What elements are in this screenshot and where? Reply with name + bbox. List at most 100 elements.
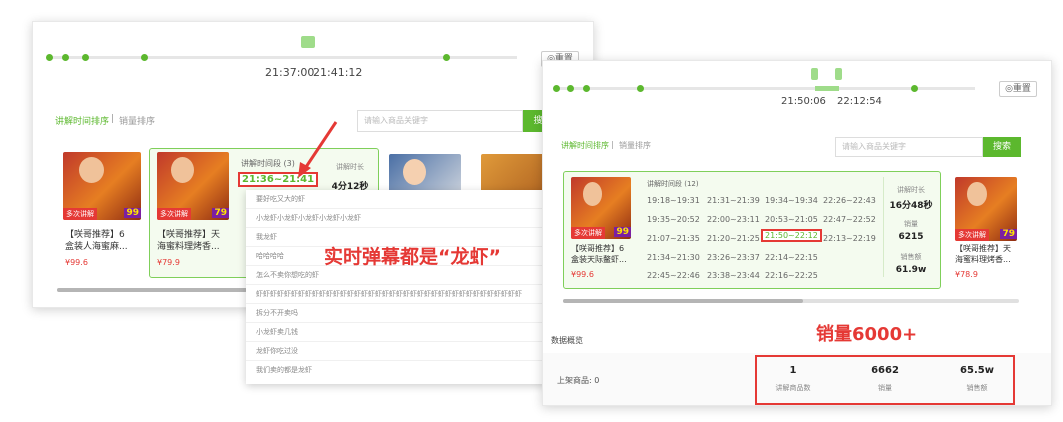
product-price: ¥99.6 [571, 270, 594, 279]
multi-explain-badge: 多次讲解 [157, 208, 191, 220]
revenue-value: 61.9w [895, 265, 927, 275]
explain-slot[interactable]: 22:00~23:11 [707, 215, 760, 224]
explain-slot[interactable]: 21:34~21:30 [647, 253, 700, 262]
sales-total-value: 6662 [871, 365, 899, 376]
explain-slot[interactable]: 21:31~21:39 [707, 196, 760, 205]
explain-slot[interactable]: 22:14~22:15 [765, 253, 818, 262]
product-name-line2: 盒装人海蜜麻... [65, 242, 128, 252]
timeline-handle[interactable] [301, 36, 315, 48]
timeline-dot[interactable] [553, 85, 560, 92]
tab-divider: | [111, 114, 115, 124]
search-input[interactable]: 请输入商品关键字 [835, 137, 983, 157]
product-card-selected[interactable]: 多次讲解 79 【咲哥推荐】天 海蜜料理烤香... ¥79.9 [157, 152, 237, 272]
sales-total-label: 销量 [878, 384, 892, 392]
product-name-line2: 海蜜料理烤香... [157, 242, 220, 252]
timeline-time-end: 21:41:12 [313, 66, 363, 79]
explain-time-label: 讲解时间段 (3) [241, 159, 295, 168]
multi-explain-badge: 多次讲解 [955, 229, 989, 241]
timeline-handle-start[interactable] [811, 68, 818, 80]
danmu-row: 拆分不开卖吗 [246, 304, 546, 323]
price-badge: 99 [614, 227, 631, 237]
timeline-time-end: 22:12:54 [837, 96, 882, 107]
danmu-row: 龙虾你吃过没 [246, 342, 546, 361]
danmu-panel: 要好吃又大的虾 小龙虾小龙虾小龙虾小龙虾小龙虾 我龙虾 哈哈哈哈 怎么不卖你想吃… [246, 190, 546, 384]
reset-button[interactable]: ◎重置 [999, 81, 1037, 97]
right-panel: 21:50:06 22:12:54 ◎重置 讲解时间排序 | 销量排序 请输入商… [542, 60, 1052, 406]
scrollbar-thumb[interactable] [563, 299, 803, 303]
danmu-row: 我们卖的都是龙虾 [256, 366, 312, 374]
sales-annotation: 销量6000+ [816, 324, 918, 345]
timeline-dot[interactable] [62, 54, 69, 61]
explain-time-label: 讲解时间段 (12) [647, 180, 699, 188]
timeline-dot[interactable] [443, 54, 450, 61]
product-image: 多次讲解 79 [157, 152, 229, 220]
timeline-dot[interactable] [567, 85, 574, 92]
timeline-selection[interactable] [815, 86, 839, 91]
scrollbar-thumb[interactable] [57, 288, 247, 292]
annotation-arrow [298, 121, 338, 178]
explain-slot[interactable]: 22:26~22:43 [823, 196, 876, 205]
search-button[interactable]: 搜索 [983, 137, 1021, 157]
summary-highlight [755, 355, 1015, 405]
explain-slot[interactable]: 19:18~19:31 [647, 196, 700, 205]
price-badge: 79 [1000, 229, 1017, 239]
tab-explain-time[interactable]: 讲解时间排序 [561, 140, 609, 151]
explained-count-value: 1 [789, 365, 797, 376]
explain-slot[interactable]: 22:16~22:25 [765, 271, 818, 280]
product-name: 【咲哥推荐】天 [157, 230, 221, 240]
danmu-row: 小龙虾卖几钱 [246, 323, 546, 342]
timeline-dot[interactable] [583, 85, 590, 92]
explain-slot[interactable]: 23:38~23:44 [707, 271, 760, 280]
product-name-line2: 盒装天际鳌虾... [571, 255, 627, 264]
product-image[interactable]: 多次讲解 79 [955, 177, 1017, 241]
timeline-time-start: 21:37:00 [265, 66, 315, 79]
danmu-row: 虾虾虾虾虾虾虾虾虾虾虾虾虾虾虾虾虾虾虾虾虾虾虾虾虾虾虾虾虾虾虾虾虾虾虾虾虾虾 [246, 285, 546, 304]
sales-value: 6215 [898, 232, 924, 242]
timeline-time-start: 21:50:06 [781, 96, 826, 107]
product-price: ¥99.6 [65, 258, 88, 267]
explain-slot[interactable]: 22:47~22:52 [823, 215, 876, 224]
product-price: ¥79.9 [157, 258, 180, 267]
tab-explain-time[interactable]: 讲解时间排序 [55, 114, 109, 127]
revenue-total-label: 销售额 [966, 384, 988, 392]
explain-slot[interactable]: 19:34~19:34 [765, 196, 818, 205]
explain-slot[interactable]: 20:53~21:05 [765, 215, 818, 224]
multi-explain-badge: 多次讲解 [63, 208, 97, 220]
product-image: 多次讲解 99 [63, 152, 141, 220]
timeline-dot[interactable] [46, 54, 53, 61]
tab-sales[interactable]: 销量排序 [619, 140, 651, 151]
product-card[interactable]: 多次讲解 99 【咲哥推荐】6 盒装人海蜜麻... ¥99.6 [63, 152, 143, 272]
explain-slot[interactable]: 21:07~21:35 [647, 234, 700, 243]
price-badge: 99 [124, 208, 141, 218]
timeline-dot[interactable] [141, 54, 148, 61]
sales-label: 销量 [904, 220, 918, 228]
explain-slot[interactable]: 21:20~21:25 [707, 234, 760, 243]
revenue-label: 销售额 [900, 253, 922, 261]
tab-sales[interactable]: 销量排序 [119, 114, 155, 127]
revenue-total-value: 65.5w [960, 365, 994, 376]
explain-slot[interactable]: 19:35~20:52 [647, 215, 700, 224]
tab-divider: | [611, 140, 614, 149]
duration-value: 16分48秒 [889, 201, 933, 211]
product-image: 多次讲解 99 [571, 177, 631, 239]
danmu-annotation: 实时弹幕都是“龙虾” [324, 246, 501, 268]
timeline-dot[interactable] [637, 85, 644, 92]
timeline-handle-end[interactable] [835, 68, 842, 80]
explain-slot-selected[interactable]: 21:50~22:12 [761, 229, 822, 242]
explain-slot[interactable]: 23:26~23:37 [707, 253, 760, 262]
explain-slot[interactable]: 22:13~22:19 [823, 234, 876, 243]
explain-slot[interactable]: 22:45~22:46 [647, 271, 700, 280]
price-badge: 79 [212, 208, 229, 218]
listed-products-label: 上架商品: 0 [557, 376, 600, 385]
search-input[interactable]: 请输入商品关键字 [357, 110, 523, 132]
explained-count-label: 讲解商品数 [775, 384, 811, 392]
product-price: ¥78.9 [955, 270, 978, 279]
timeline-dot[interactable] [82, 54, 89, 61]
danmu-row: 小龙虾小龙虾小龙虾小龙虾小龙虾 [246, 209, 546, 228]
section-title: 数据概览 [551, 336, 583, 345]
product-name-line2: 海蜜料理烤香... [955, 255, 1011, 264]
danmu-row: 要好吃又大的虾 [246, 190, 546, 209]
timeline-dot[interactable] [911, 85, 918, 92]
product-name: 【咲哥推荐】6 [65, 230, 125, 240]
duration-label: 讲解时长 [897, 186, 925, 194]
